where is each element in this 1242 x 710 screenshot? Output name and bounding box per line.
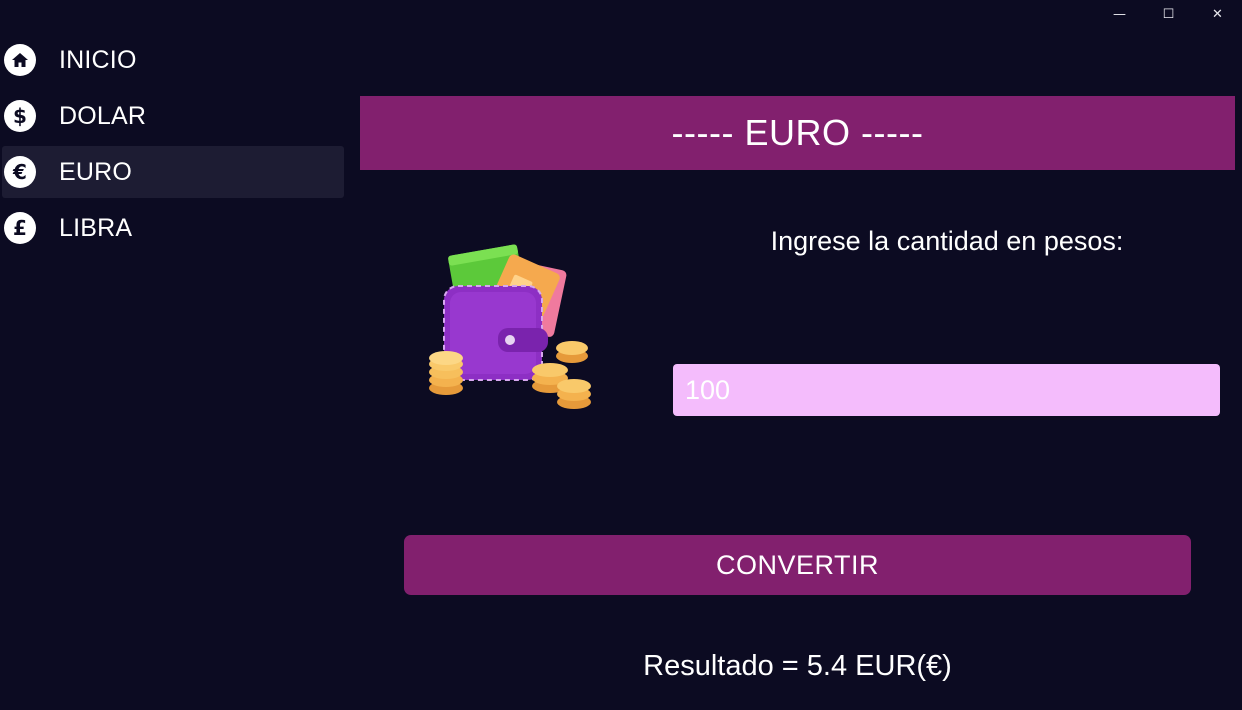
home-icon xyxy=(4,44,36,76)
sidebar-item-label: EURO xyxy=(59,157,133,186)
amount-input[interactable] xyxy=(673,364,1220,416)
sidebar-item-euro[interactable]: € EURO xyxy=(2,146,344,198)
dollar-icon: $ xyxy=(4,100,36,132)
minimize-icon: — xyxy=(1113,6,1126,22)
sidebar-item-libra[interactable]: £ LIBRA xyxy=(0,202,346,254)
wallet-illustration xyxy=(400,238,600,418)
sidebar-item-label: INICIO xyxy=(59,45,137,74)
result-text: Resultado = 5.4 EUR(€) xyxy=(643,650,952,682)
close-icon: ✕ xyxy=(1212,6,1223,22)
window-controls: — ☐ ✕ xyxy=(1095,0,1242,28)
maximize-icon: ☐ xyxy=(1162,6,1175,22)
amount-prompt-label: Ingrese la cantidad en pesos: xyxy=(770,226,1124,256)
sidebar-item-dolar[interactable]: $ DOLAR xyxy=(0,90,346,142)
close-button[interactable]: ✕ xyxy=(1193,0,1242,28)
page-title: ----- EURO ----- xyxy=(360,96,1235,170)
pound-icon: £ xyxy=(4,212,36,244)
maximize-button[interactable]: ☐ xyxy=(1144,0,1193,28)
sidebar-item-inicio[interactable]: INICIO xyxy=(0,34,346,86)
convert-button[interactable]: CONVERTIR xyxy=(404,535,1191,595)
sidebar-item-label: DOLAR xyxy=(59,101,147,130)
minimize-button[interactable]: — xyxy=(1095,0,1144,28)
sidebar-item-label: LIBRA xyxy=(59,213,133,242)
sidebar-nav: INICIO $ DOLAR € EURO £ LIBRA xyxy=(0,34,346,258)
euro-icon: € xyxy=(4,156,36,188)
